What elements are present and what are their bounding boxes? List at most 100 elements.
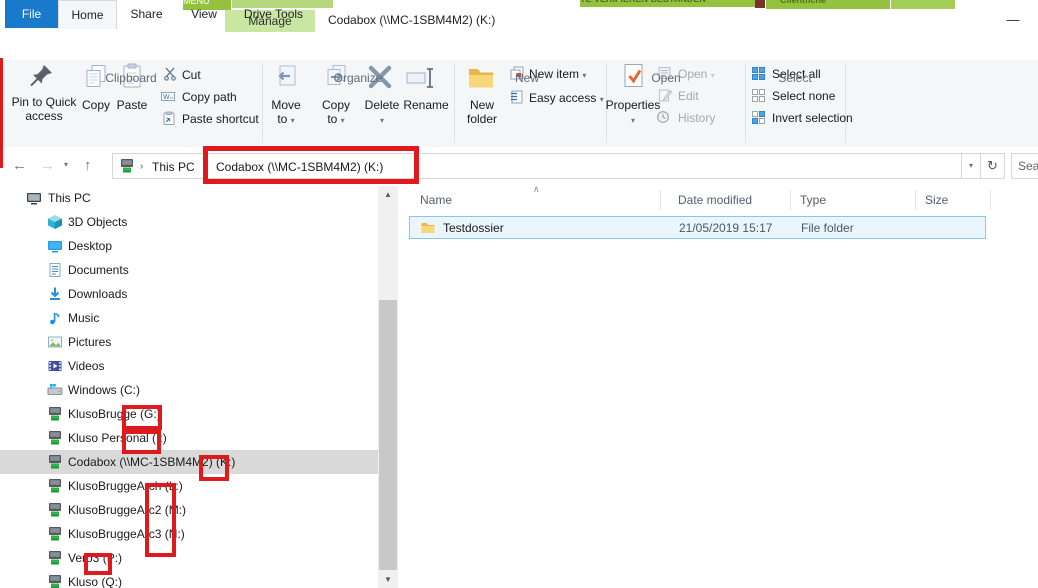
netdrive-icon (47, 526, 63, 542)
sidebar: This PC3D ObjectsDesktopDocumentsDownloa… (0, 186, 378, 588)
dropdown-chevron-icon: ▾ (341, 116, 345, 125)
sidebar-item-pictures[interactable]: Pictures (0, 330, 378, 354)
pictures-icon (47, 334, 63, 350)
sort-ascending-icon: ∧ (533, 184, 540, 195)
netdrive-icon (47, 430, 63, 446)
rename-icon[interactable] (406, 65, 434, 93)
tab-drive-tools[interactable]: Drive Tools (232, 0, 315, 28)
downloads-icon (47, 286, 63, 302)
tab-view[interactable]: View (176, 0, 232, 28)
forward-icon[interactable]: → (40, 157, 55, 174)
column-divider[interactable] (990, 190, 991, 210)
sidebar-item-label: Downloads (68, 282, 127, 306)
minimize-button[interactable]: — (996, 10, 1030, 32)
dropdown-chevron-icon: ▾ (631, 116, 635, 125)
column-divider[interactable] (660, 190, 661, 210)
copy-to-button[interactable]: Copyto ▾ (312, 98, 360, 128)
sidebar-scrollbar[interactable]: ▲ ▼ (378, 186, 398, 588)
screenshot-root: { "bg": { "menu": "MENU", "verifieren": … (0, 0, 1038, 588)
tab-file[interactable]: File (5, 0, 58, 28)
scroll-down-icon[interactable]: ▼ (378, 571, 398, 588)
sidebar-item-kluso-q[interactable]: Kluso (Q:) (0, 570, 378, 588)
dropdown-chevron-icon: ▾ (582, 71, 586, 80)
sidebar-item-klusobrugge-g[interactable]: KlusoBrugge (G:) (0, 402, 378, 426)
history-button[interactable]: History (678, 109, 715, 127)
pin-to-quick-access-button[interactable]: Pin to Quick access (4, 95, 84, 123)
background-fragment-verifieren: TE VERIFIEREN BESTANDEN (580, 0, 755, 7)
column-header-type[interactable]: Type (800, 186, 826, 214)
new-folder-icon[interactable] (466, 63, 494, 91)
sidebar-item-videos[interactable]: Videos (0, 354, 378, 378)
search-input[interactable]: Sea (1011, 153, 1038, 179)
sidebar-item-windows-c[interactable]: Windows (C:) (0, 378, 378, 402)
scrollbar-thumb[interactable] (379, 300, 397, 570)
netdrive-icon (47, 478, 63, 494)
breadcrumb-chevron-icon[interactable]: › (140, 157, 143, 177)
cube-icon (47, 214, 63, 230)
sidebar-item-documents[interactable]: Documents (0, 258, 378, 282)
column-header-name[interactable]: Name (420, 186, 452, 214)
move-to-label: Move (271, 98, 300, 112)
move-to-icon[interactable] (272, 63, 300, 91)
move-to-button[interactable]: Moveto ▾ (262, 98, 310, 128)
copy-to-label2: to (327, 112, 337, 126)
sidebar-item-vero3-p[interactable]: Vero3 (P:) (0, 546, 378, 570)
back-icon[interactable]: ← (12, 157, 27, 174)
edit-icon (658, 88, 672, 102)
sidebar-item-codabox-mc-1sbm4m2-k[interactable]: Codabox (\\MC-1SBM4M2) (K:) (0, 450, 378, 474)
sidebar-item-label: Documents (68, 258, 129, 282)
dropdown-chevron-icon: ▾ (711, 71, 715, 80)
breadcrumb-drive-icon (119, 158, 135, 174)
sidebar-item-music[interactable]: Music (0, 306, 378, 330)
sidebar-item-this-pc[interactable]: This PC (0, 186, 378, 210)
sidebar-item-label: Desktop (68, 234, 112, 258)
column-divider[interactable] (790, 190, 791, 210)
tab-share[interactable]: Share (117, 0, 176, 28)
breadcrumb-this-pc[interactable]: This PC (152, 157, 195, 177)
annotation-box-drive-g (122, 405, 162, 430)
copy-path-button[interactable]: Copy path (182, 88, 237, 106)
cut-button[interactable]: Cut (182, 66, 201, 84)
group-caption-new: New (492, 71, 562, 85)
sidebar-item-label: 3D Objects (68, 210, 127, 234)
column-header-size[interactable]: Size (925, 186, 948, 214)
properties-label: Properties (606, 98, 661, 112)
window-title: Codabox (\\MC-1SBM4M2) (K:) (328, 13, 495, 27)
group-caption-open: Open (631, 71, 701, 85)
sidebar-item-kluso-personal-i[interactable]: Kluso Personal (I:) (0, 426, 378, 450)
file-row-testdossier[interactable]: Testdossier 21/05/2019 15:17 File folder (409, 216, 986, 239)
invert-selection-button[interactable]: Invert selection (772, 109, 853, 127)
up-icon[interactable]: ↑ (84, 157, 92, 174)
ribbon-separator (454, 63, 455, 143)
background-fragment-red (755, 0, 765, 8)
sidebar-item-3d-objects[interactable]: 3D Objects (0, 210, 378, 234)
edit-button[interactable]: Edit (678, 87, 699, 105)
column-divider[interactable] (915, 190, 916, 210)
column-header-date-modified[interactable]: Date modified (678, 186, 752, 214)
scroll-up-icon[interactable]: ▲ (378, 186, 398, 203)
paste-shortcut-button[interactable]: Paste shortcut (182, 110, 259, 128)
copy-to-label: Copy (322, 98, 350, 112)
refresh-icon[interactable]: ↻ (980, 153, 1005, 179)
tab-home[interactable]: Home (58, 0, 117, 29)
select-none-button[interactable]: Select none (772, 87, 835, 105)
recent-locations-chevron-icon[interactable]: ▾ (64, 160, 68, 169)
paste-button[interactable]: Paste (110, 98, 154, 112)
sidebar-item-klusobruggearc2-m[interactable]: KlusoBruggeArc2 (M:) (0, 498, 378, 522)
annotation-box-breadcrumb-path (203, 146, 419, 184)
pin-icon[interactable] (27, 62, 55, 90)
ribbon-separator (845, 63, 846, 143)
sidebar-item-label: Windows (C:) (68, 378, 140, 402)
invert-selection-icon (752, 111, 765, 124)
sidebar-item-desktop[interactable]: Desktop (0, 234, 378, 258)
sidebar-item-downloads[interactable]: Downloads (0, 282, 378, 306)
rename-button[interactable]: Rename (398, 98, 454, 112)
videos-icon (47, 358, 63, 374)
sidebar-item-klusobruggearc3-n[interactable]: KlusoBruggeArc3 (N:) (0, 522, 378, 546)
new-folder-button[interactable]: Newfolder (456, 98, 508, 126)
address-dropdown-chevron-icon[interactable]: ▾ (962, 153, 981, 179)
easy-access-button[interactable]: Easy access ▾ (529, 89, 604, 107)
sidebar-item-klusobruggearch-l[interactable]: KlusoBruggeArch (L:) (0, 474, 378, 498)
ribbon-tab-row (0, 32, 1038, 61)
group-caption-select: Select (760, 71, 830, 85)
